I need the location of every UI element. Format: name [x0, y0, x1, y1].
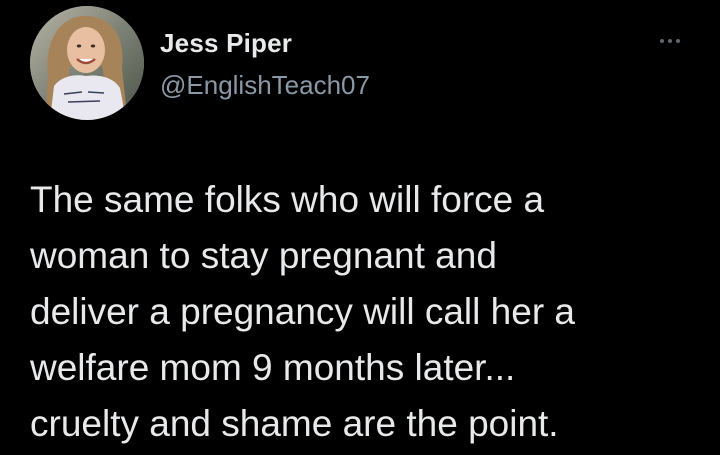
tweet-text-line: welfare mom 9 months later... [30, 347, 516, 388]
user-handle[interactable]: @EnglishTeach07 [160, 70, 370, 101]
tweet-text-line: woman to stay pregnant and [30, 235, 497, 276]
avatar[interactable] [30, 6, 144, 120]
more-horizontal-icon [660, 39, 664, 43]
more-horizontal-icon-dot [676, 39, 680, 43]
avatar-photo [30, 6, 144, 120]
tweet-text: The same folks who will force a woman to… [30, 172, 710, 452]
tweet-card: Jess Piper @EnglishTeach07 The same folk… [0, 0, 720, 455]
more-options-button[interactable] [654, 30, 686, 50]
more-horizontal-icon-dot [668, 39, 672, 43]
tweet-text-line: cruelty and shame are the point. [30, 403, 559, 444]
display-name[interactable]: Jess Piper [160, 28, 292, 59]
tweet-text-line: The same folks who will force a [30, 179, 545, 220]
tweet-text-line: deliver a pregnancy will call her a [30, 291, 575, 332]
